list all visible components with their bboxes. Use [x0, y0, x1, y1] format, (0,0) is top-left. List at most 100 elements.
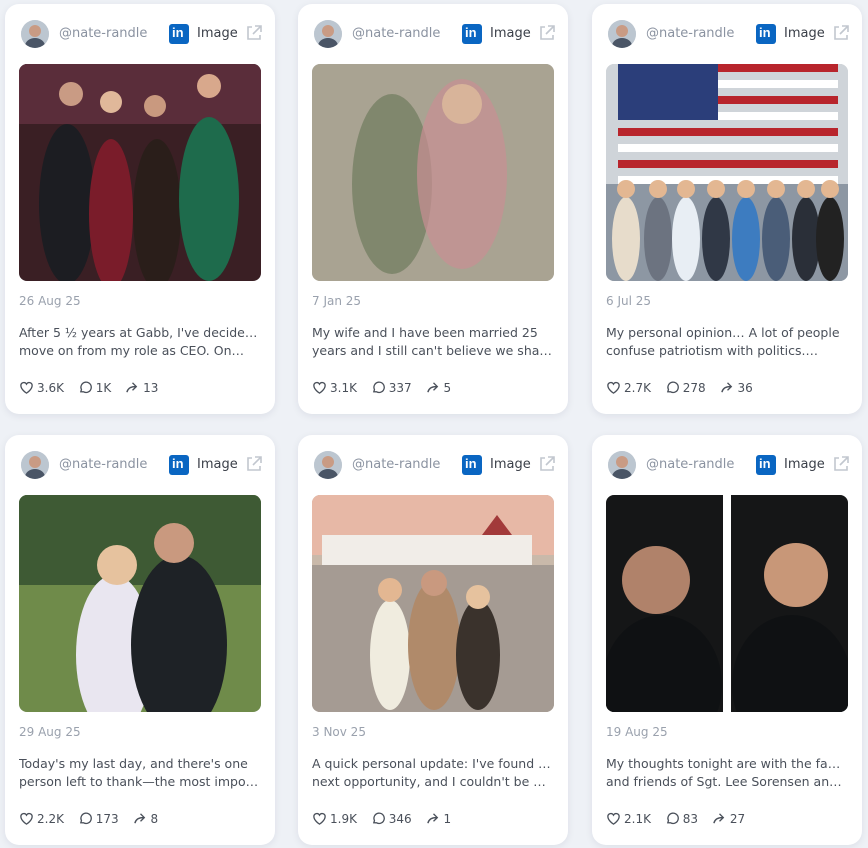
external-link-icon[interactable]: [832, 24, 850, 42]
post-image[interactable]: [312, 495, 554, 712]
linkedin-icon: in: [756, 24, 776, 44]
avatar[interactable]: [314, 20, 342, 48]
comments-count: 346: [388, 812, 412, 826]
shares-count: 1: [443, 812, 452, 826]
post-image[interactable]: [19, 64, 261, 281]
external-link-icon[interactable]: [245, 455, 263, 473]
post-excerpt[interactable]: My thoughts tonight are with the familie…: [606, 755, 848, 791]
comment-icon: [79, 812, 92, 825]
engagement-stats: 2.1K 83 27: [606, 811, 755, 827]
post-card[interactable]: @nate-randle in Image 29 Aug 25 Today's …: [5, 435, 275, 845]
excerpt-line-2: person left to thank—the most importan…: [19, 774, 261, 789]
post-image[interactable]: [606, 64, 848, 281]
police-officers-photo: [606, 495, 848, 712]
engagement-stats: 1.9K 346 1: [312, 811, 461, 827]
engagement-stats: 3.1K 337 5: [312, 380, 461, 396]
author-handle[interactable]: @nate-randle: [59, 26, 147, 41]
comment-icon: [372, 381, 385, 394]
post-date: 19 Aug 25: [606, 725, 668, 739]
card-header: @nate-randle in Image: [314, 20, 556, 48]
excerpt-line-2: move on from my role as CEO. On…: [19, 343, 244, 358]
likes-stat: 3.1K: [312, 380, 357, 395]
heart-icon: [20, 812, 33, 825]
shares-count: 27: [729, 812, 746, 826]
engagement-stats: 3.6K 1K 13: [19, 380, 168, 396]
post-card[interactable]: @nate-randle in Image 3 Nov 25 A quick p…: [298, 435, 568, 845]
comments-stat: 278: [665, 380, 706, 395]
post-card[interactable]: @nate-randle in Image 26 Aug 25 After 5 …: [5, 4, 275, 414]
blurred-couple-photo: [312, 64, 554, 281]
family-flag-photo: [606, 64, 848, 281]
comments-stat: 346: [371, 811, 412, 826]
shares-stat: 36: [720, 380, 753, 395]
post-type-label: Image: [490, 457, 531, 472]
post-excerpt[interactable]: Today's my last day, and there's one per…: [19, 755, 261, 791]
post-type-label: Image: [197, 26, 238, 41]
linkedin-icon: in: [756, 455, 776, 475]
linkedin-letters: in: [759, 456, 771, 471]
shares-stat: 1: [426, 811, 452, 826]
avatar[interactable]: [21, 20, 49, 48]
heart-icon: [607, 381, 620, 394]
avatar[interactable]: [314, 451, 342, 479]
comments-stat: 173: [78, 811, 119, 826]
author-handle[interactable]: @nate-randle: [352, 26, 440, 41]
external-link-icon[interactable]: [245, 24, 263, 42]
share-icon: [426, 813, 438, 824]
linkedin-icon: in: [169, 24, 189, 44]
avatar-photo-icon: [314, 451, 342, 479]
post-card[interactable]: @nate-randle in Image 19 Aug 25 My thoug…: [592, 435, 862, 845]
author-handle[interactable]: @nate-randle: [646, 457, 734, 472]
excerpt-line-1: My thoughts tonight are with the familie…: [606, 756, 848, 771]
comments-count: 278: [682, 381, 706, 395]
comments-stat: 337: [371, 380, 412, 395]
comments-count: 83: [682, 812, 699, 826]
avatar[interactable]: [608, 20, 636, 48]
linkedin-icon: in: [462, 455, 482, 475]
author-handle[interactable]: @nate-randle: [646, 26, 734, 41]
card-header: @nate-randle in Image: [608, 451, 850, 479]
shares-stat: 27: [712, 811, 745, 826]
share-icon: [426, 382, 438, 393]
post-excerpt[interactable]: A quick personal update: I've found my n…: [312, 755, 554, 791]
shares-count: 13: [143, 381, 159, 395]
post-image[interactable]: [606, 495, 848, 712]
avatar[interactable]: [21, 451, 49, 479]
heart-icon: [313, 812, 326, 825]
shares-stat: 5: [426, 380, 451, 395]
post-excerpt[interactable]: After 5 ½ years at Gabb, I've decided to…: [19, 324, 261, 360]
likes-count: 2.7K: [624, 381, 651, 395]
likes-stat: 2.1K: [606, 811, 651, 826]
external-link-icon[interactable]: [832, 455, 850, 473]
likes-count: 2.2K: [37, 812, 64, 826]
avatar[interactable]: [608, 451, 636, 479]
post-image[interactable]: [19, 495, 261, 712]
share-icon: [133, 813, 145, 824]
post-card[interactable]: @nate-randle in Image 7 Jan 25 My wife a…: [298, 4, 568, 414]
excerpt-line-2: confuse patriotism with politics.…: [606, 343, 818, 358]
comment-icon: [372, 812, 385, 825]
external-link-icon[interactable]: [538, 24, 556, 42]
linkedin-icon: in: [462, 24, 482, 44]
heart-icon: [313, 381, 326, 394]
comments-stat: 83: [665, 811, 698, 826]
avatar-photo-icon: [21, 20, 49, 48]
post-date: 26 Aug 25: [19, 294, 81, 308]
excerpt-line-1: My wife and I have been married 25: [312, 325, 538, 340]
post-card[interactable]: @nate-randle in Image 6 Jul 25 My person…: [592, 4, 862, 414]
post-excerpt[interactable]: My wife and I have been married 25 years…: [312, 324, 554, 360]
post-image[interactable]: [312, 64, 554, 281]
comments-count: 173: [95, 812, 119, 826]
likes-stat: 3.6K: [19, 380, 64, 395]
post-date: 3 Nov 25: [312, 725, 366, 739]
post-excerpt[interactable]: My personal opinion… A lot of people con…: [606, 324, 848, 360]
comment-icon: [79, 381, 92, 394]
share-icon: [713, 813, 725, 824]
posts-grid: @nate-randle in Image 26 Aug 25 After 5 …: [0, 0, 868, 848]
engagement-stats: 2.7K 278 36: [606, 380, 763, 396]
card-header: @nate-randle in Image: [21, 451, 263, 479]
couple-outdoor-photo: [19, 495, 261, 712]
author-handle[interactable]: @nate-randle: [59, 457, 147, 472]
author-handle[interactable]: @nate-randle: [352, 457, 440, 472]
external-link-icon[interactable]: [538, 455, 556, 473]
